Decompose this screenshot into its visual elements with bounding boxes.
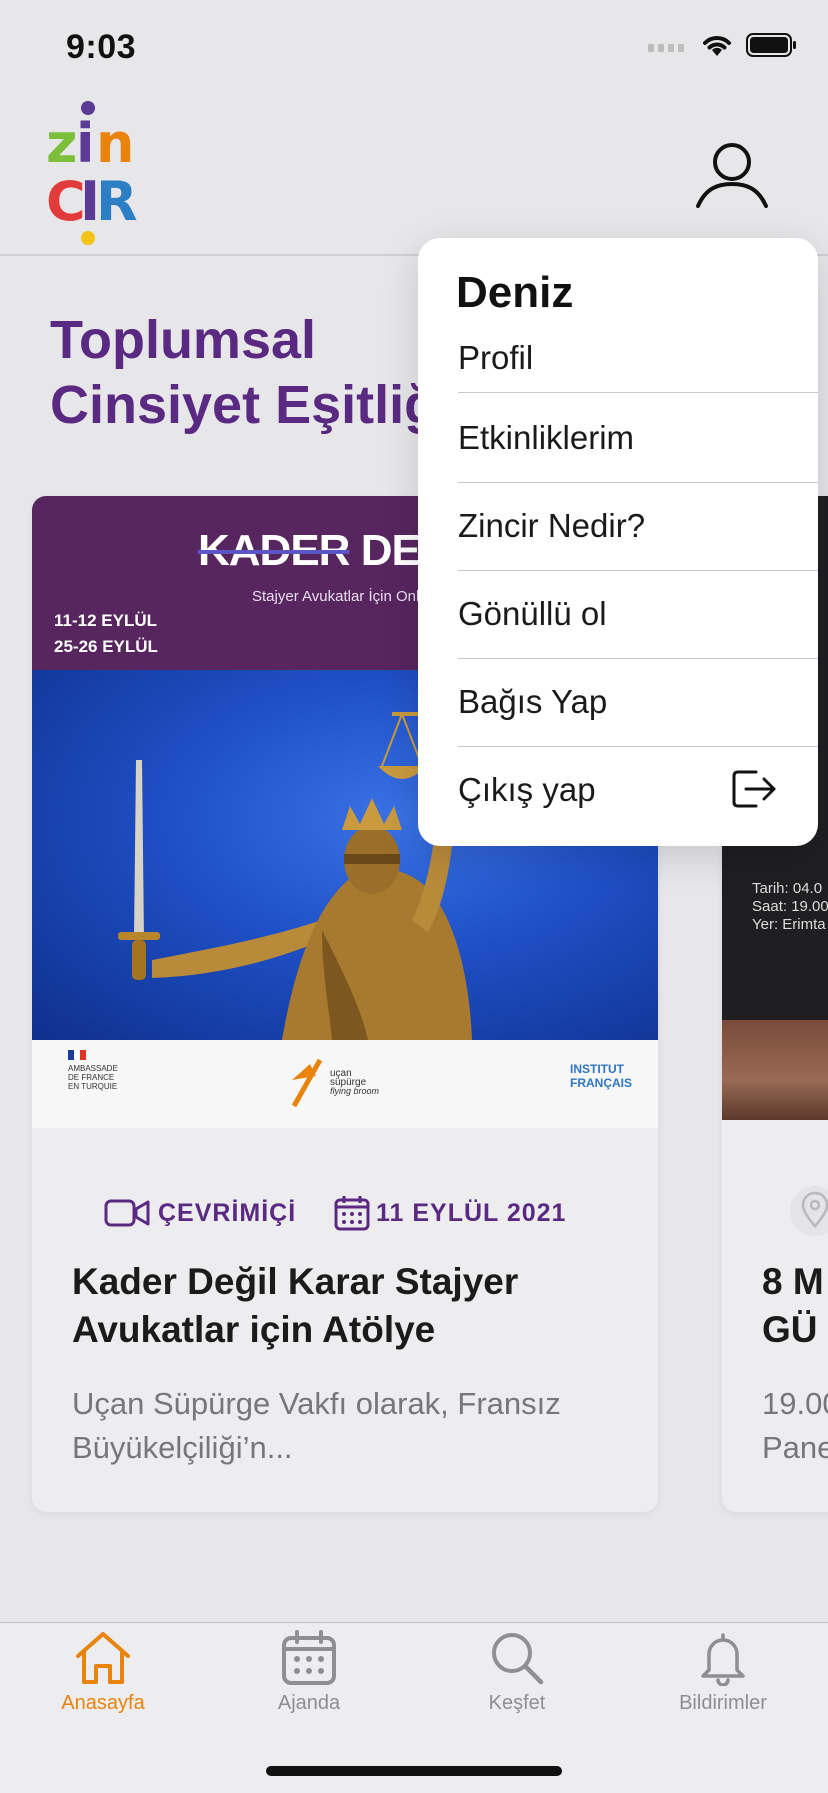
bell-icon [701,1633,745,1686]
tab-label: Anasayfa [61,1692,145,1714]
poster-info: Tarih: 04.0 Saat: 19.00 Yer: Erimta [752,880,828,933]
menu-item-zincir-nedir[interactable]: Zincir Nedir? [458,482,818,571]
poster-dates: 11-12 EYLÜL 25-26 EYLÜL [54,608,158,660]
calendar-icon [282,1630,336,1685]
profile-button[interactable] [692,136,772,216]
menu-item-label: Zincir Nedir? [458,507,646,544]
home-icon [76,1632,130,1684]
logout-icon [732,770,776,808]
menu-user-name: Deniz [456,268,574,317]
ambassade-logo: AMBASSADE DE FRANCE EN TURQUIE [68,1050,118,1091]
menu-item-etkinliklerim[interactable]: Etkinliklerim [458,394,818,483]
svg-text:i: i [76,112,95,175]
menu-item-label: Çıkış yap [458,771,596,808]
poster-date-1: 11-12 EYLÜL [54,611,157,630]
zincir-logo[interactable]: z i n C I R [46,100,140,246]
svg-text:R: R [96,170,138,233]
battery-icon [746,33,796,57]
location-pin-icon [801,1191,828,1228]
online-label: ÇEVRİMİÇİ [158,1198,297,1227]
event-title: Kader Değil Karar Stajyer Avukatlar için… [72,1261,519,1350]
menu-item-gonullu-ol[interactable]: Gönüllü ol [458,570,818,659]
profile-dropdown-menu: Deniz Profil Etkinliklerim Zincir Nedir?… [418,238,818,846]
tab-bildirimler[interactable]: Bildirimler [648,1630,798,1730]
ucan-supurge-logo: uçan süpürge flying broom [290,1054,379,1110]
date-label: 11 EYLÜL 2021 [376,1198,567,1227]
tab-label: Keşfet [488,1692,546,1714]
location-badge [790,1186,828,1236]
search-icon [492,1633,544,1685]
tab-ajanda[interactable]: Ajanda [234,1630,384,1730]
institut-francais-logo: INSTITUT FRANÇAIS [570,1062,632,1090]
home-indicator[interactable] [266,1766,562,1776]
status-icons [648,32,798,58]
menu-item-label: Etkinliklerim [458,419,635,456]
audience-image [722,1020,828,1120]
tab-label: Ajanda [277,1692,341,1714]
online-badge: ÇEVRİMİÇİ [88,1188,312,1238]
event-description: Uçan Süpürge Vakfı olarak, Fransız Büyük… [72,1386,561,1465]
status-time: 9:03 [66,28,137,66]
tab-anasayfa[interactable]: Anasayfa [28,1630,178,1730]
tab-kesfet[interactable]: Keşfet [442,1630,592,1730]
menu-item-label: Bağıs Yap [458,683,608,720]
menu-item-profil[interactable]: Profil [458,324,818,393]
calendar-icon [334,1196,370,1231]
menu-item-bagis-yap[interactable]: Bağıs Yap [458,658,818,747]
event-description: 19.00 Pane [762,1386,828,1465]
tab-label: Bildirimler [679,1692,767,1714]
poster-sponsor-logos: AMBASSADE DE FRANCE EN TURQUIE uçan süpü… [32,1040,658,1128]
date-badge: 11 EYLÜL 2021 [318,1188,582,1238]
poster-title-strike: KADER [198,526,350,575]
event-title: 8 M GÜ [762,1261,824,1350]
menu-item-label: Profil [458,339,534,376]
person-icon [696,143,768,208]
wifi-icon [703,36,731,56]
signal-icon [648,44,684,52]
svg-text:z: z [46,112,77,175]
poster-date-2: 25-26 EYLÜL [54,637,158,656]
svg-text:n: n [96,112,134,175]
menu-item-cikis-yap[interactable]: Çıkış yap [458,746,818,834]
menu-item-label: Gönüllü ol [458,595,607,632]
video-icon [104,1199,150,1227]
